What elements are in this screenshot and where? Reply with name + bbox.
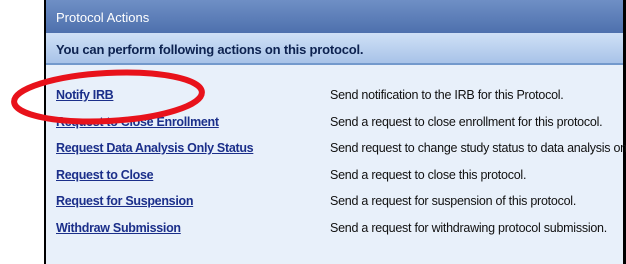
action-row-notify-irb: Notify IRB Send notification to the IRB … [46, 80, 623, 107]
action-description: Send request to change study status to d… [330, 141, 626, 155]
action-row-close: Request to Close Send a request to close… [46, 160, 623, 187]
action-row-data-analysis: Request Data Analysis Only Status Send r… [46, 133, 626, 160]
action-description: Send a request for withdrawing protocol … [330, 220, 607, 235]
panel-header: Protocol Actions [46, 0, 623, 33]
request-close-link[interactable]: Request to Close [56, 168, 154, 182]
actions-list: Notify IRB Send notification to the IRB … [46, 80, 626, 240]
action-description: Send a request for suspension of this pr… [330, 194, 577, 208]
panel-subheader: You can perform following actions on thi… [46, 33, 623, 65]
action-description: Send a request to close this protocol. [330, 167, 527, 182]
action-description: Send a request to close enrollment for t… [330, 114, 603, 129]
action-row-close-enrollment: Request to Close Enrollment Send a reque… [46, 107, 623, 134]
protocol-actions-panel: Protocol Actions You can perform followi… [46, 0, 626, 264]
request-data-analysis-link[interactable]: Request Data Analysis Only Status [56, 141, 254, 155]
request-suspension-link[interactable]: Request for Suspension [56, 194, 193, 208]
action-row-withdraw: Withdraw Submission Send a request for w… [46, 213, 623, 240]
action-row-suspension: Request for Suspension Send a request fo… [46, 186, 623, 213]
request-close-enrollment-link[interactable]: Request to Close Enrollment [56, 115, 219, 129]
action-description: Send notification to the IRB for this Pr… [330, 88, 564, 102]
withdraw-submission-link[interactable]: Withdraw Submission [56, 221, 181, 235]
notify-irb-link[interactable]: Notify IRB [56, 88, 114, 102]
